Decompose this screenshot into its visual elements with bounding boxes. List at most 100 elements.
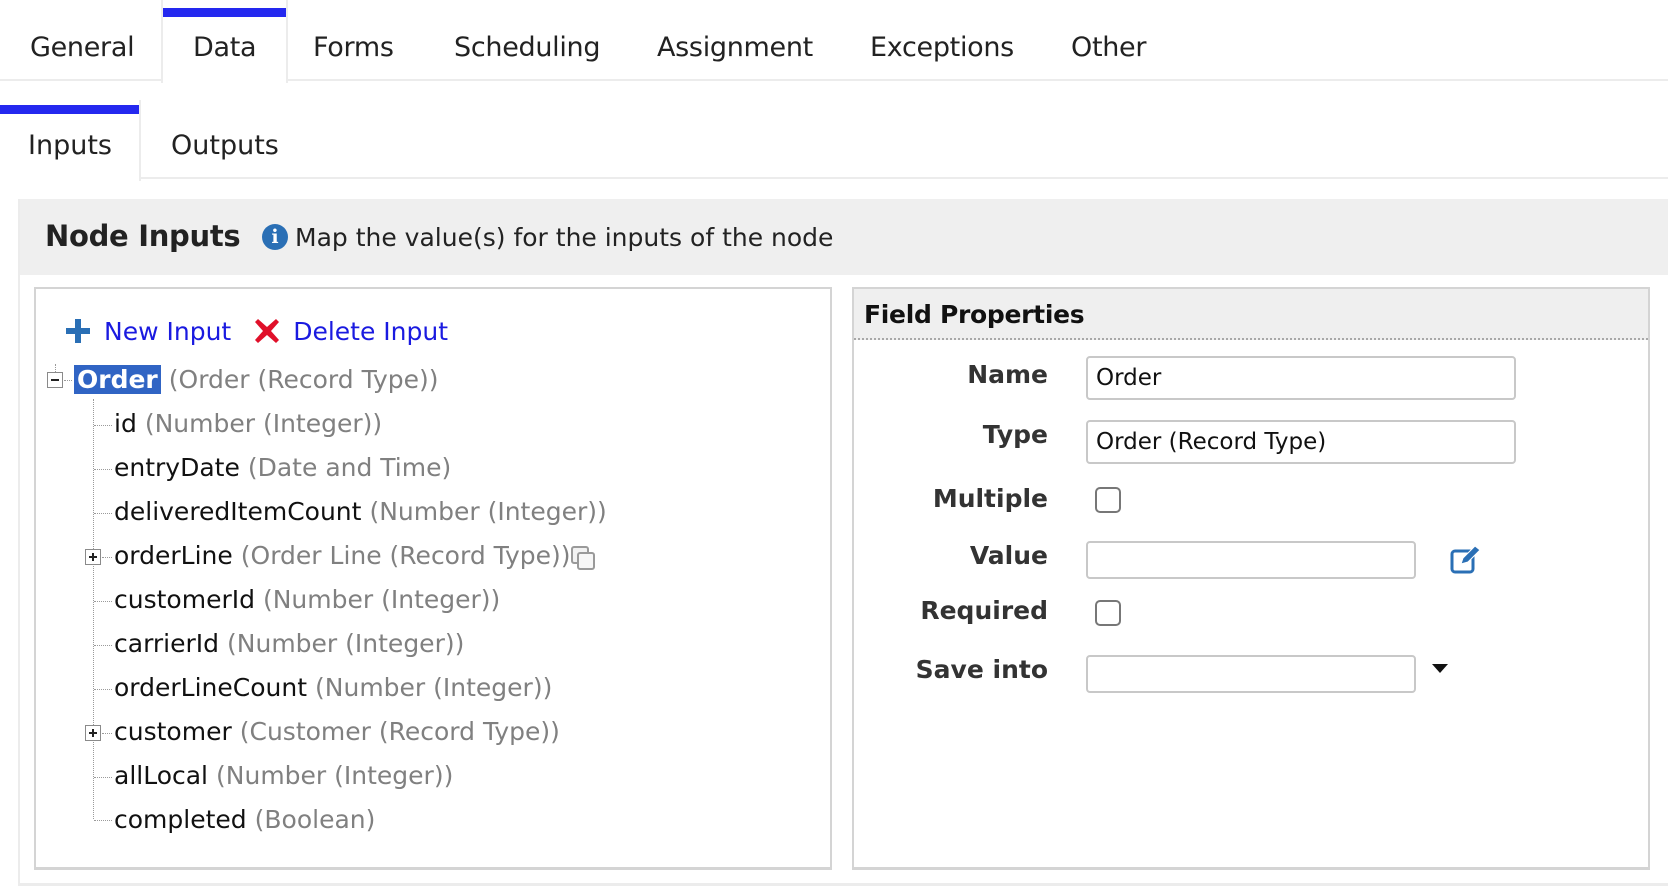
- name-field[interactable]: [1086, 356, 1516, 400]
- tree-node[interactable]: id (Number (Integer)): [114, 406, 382, 442]
- tree-node[interactable]: deliveredItemCount (Number (Integer)): [114, 494, 607, 530]
- tree-connector: [102, 557, 112, 558]
- tree-node[interactable]: entryDate (Date and Time): [114, 450, 451, 486]
- node-name: id: [114, 409, 137, 438]
- subtab-label: Inputs: [28, 130, 112, 161]
- tree-node-root[interactable]: Order (Order (Record Type)): [74, 362, 439, 398]
- tree-connector: [94, 689, 112, 690]
- node-name: completed: [114, 805, 247, 834]
- tree-node[interactable]: customer (Customer (Record Type)): [114, 714, 560, 750]
- tab-label: General: [30, 32, 135, 63]
- node-name: orderLine: [114, 541, 233, 570]
- tab-scheduling[interactable]: Scheduling: [424, 0, 630, 81]
- required-label: Required: [920, 596, 1048, 625]
- node-name: allLocal: [114, 761, 209, 790]
- tab-general[interactable]: General: [0, 0, 164, 81]
- node-type: (Number (Integer)): [369, 497, 607, 526]
- tree-node[interactable]: carrierId (Number (Integer)): [114, 626, 464, 662]
- node-type: (Customer (Record Type)): [239, 717, 560, 746]
- type-label: Type: [982, 420, 1048, 449]
- tab-label: Scheduling: [454, 32, 601, 63]
- node-type: (Number (Integer)): [262, 585, 501, 614]
- required-checkbox[interactable]: [1095, 600, 1121, 626]
- section-title: Node Inputs: [45, 219, 241, 253]
- save-into-label: Save into: [915, 655, 1048, 684]
- tree-connector: [94, 513, 112, 514]
- subtab-inputs[interactable]: Inputs: [0, 100, 141, 181]
- info-icon: i: [262, 224, 288, 250]
- tree-connector: [93, 399, 94, 819]
- edit-expression-icon[interactable]: [1450, 546, 1480, 574]
- multiple-label: Multiple: [932, 484, 1048, 513]
- tree-node[interactable]: customerId (Number (Integer)): [114, 582, 500, 618]
- node-type: (Number (Integer)): [227, 629, 465, 658]
- value-field[interactable]: [1086, 541, 1416, 579]
- tree-connector: [64, 380, 72, 381]
- tab-assignment[interactable]: Assignment: [627, 0, 843, 81]
- tree-node[interactable]: orderLineCount (Number (Integer)): [114, 670, 552, 706]
- type-field[interactable]: [1086, 420, 1516, 464]
- tab-data[interactable]: Data: [161, 0, 289, 83]
- expand-icon[interactable]: [85, 549, 101, 565]
- plus-icon: [66, 319, 90, 343]
- node-type: (Order (Record Type)): [168, 365, 439, 394]
- tab-label: Exceptions: [870, 32, 1014, 63]
- section-info-text: Map the value(s) for the inputs of the n…: [295, 223, 834, 252]
- node-type: (Order Line (Record Type)): [240, 541, 571, 570]
- subtab-outputs[interactable]: Outputs: [143, 100, 307, 179]
- main-tab-bar: General Data Forms Scheduling Assignment…: [0, 0, 1668, 83]
- tree-connector: [94, 601, 112, 602]
- tab-other[interactable]: Other: [1041, 0, 1176, 81]
- tree-connector: [94, 425, 112, 426]
- multiple-checkbox[interactable]: [1095, 487, 1121, 513]
- delete-input-label: Delete Input: [293, 316, 449, 346]
- value-label: Value: [969, 541, 1048, 570]
- name-label: Name: [967, 360, 1048, 389]
- field-properties-header: Field Properties: [854, 289, 1648, 340]
- section-header: Node Inputs i Map the value(s) for the i…: [20, 199, 1668, 275]
- expand-icon[interactable]: [85, 725, 101, 741]
- subtab-label: Outputs: [171, 130, 279, 161]
- new-input-button[interactable]: New Input: [66, 317, 231, 346]
- node-name: customerId: [114, 585, 255, 614]
- tree-node[interactable]: orderLine (Order Line (Record Type)): [114, 538, 571, 574]
- delete-input-button[interactable]: Delete Input: [255, 317, 448, 346]
- tree-connector: [102, 733, 112, 734]
- node-type: (Number (Integer)): [216, 761, 454, 790]
- new-input-label: New Input: [104, 316, 232, 346]
- field-properties-panel: Field Properties Name Type Multiple Valu…: [852, 287, 1650, 870]
- tab-exceptions[interactable]: Exceptions: [840, 0, 1044, 81]
- tree-node[interactable]: completed (Boolean): [114, 802, 375, 838]
- node-type: (Date and Time): [247, 453, 452, 482]
- node-type: (Boolean): [254, 805, 376, 834]
- node-name: Order: [74, 365, 161, 394]
- node-name: orderLineCount: [114, 673, 308, 702]
- inputs-tree-panel: New Input Delete Input Order (Order (Reco…: [34, 287, 832, 870]
- save-into-field[interactable]: [1086, 655, 1416, 693]
- tree-connector: [94, 820, 112, 821]
- node-name: customer: [114, 717, 232, 746]
- copy-icon[interactable]: [570, 545, 596, 571]
- tree-connector: [94, 777, 112, 778]
- tab-label: Data: [193, 32, 257, 63]
- field-properties-title: Field Properties: [864, 300, 1085, 329]
- tab-label: Other: [1071, 32, 1147, 63]
- node-name: carrierId: [114, 629, 220, 658]
- x-icon: [255, 319, 280, 343]
- tree-toolbar: New Input Delete Input: [66, 311, 472, 351]
- sub-tab-bar: Inputs Outputs: [0, 100, 1668, 181]
- node-type: (Number (Integer)): [144, 409, 383, 438]
- node-type: (Number (Integer)): [315, 673, 553, 702]
- save-into-dropdown-arrow-icon[interactable]: [1432, 664, 1448, 673]
- node-inputs-section: Node Inputs i Map the value(s) for the i…: [18, 199, 1668, 886]
- tab-forms[interactable]: Forms: [283, 0, 424, 81]
- tab-label: Forms: [313, 32, 394, 63]
- collapse-icon[interactable]: [47, 372, 63, 388]
- node-name: entryDate: [114, 453, 240, 482]
- node-name: deliveredItemCount: [114, 497, 362, 526]
- tree-node[interactable]: allLocal (Number (Integer)): [114, 758, 453, 794]
- tab-label: Assignment: [657, 32, 813, 63]
- tree-connector: [94, 645, 112, 646]
- tree-connector: [94, 469, 112, 470]
- tree-connector: [55, 364, 56, 372]
